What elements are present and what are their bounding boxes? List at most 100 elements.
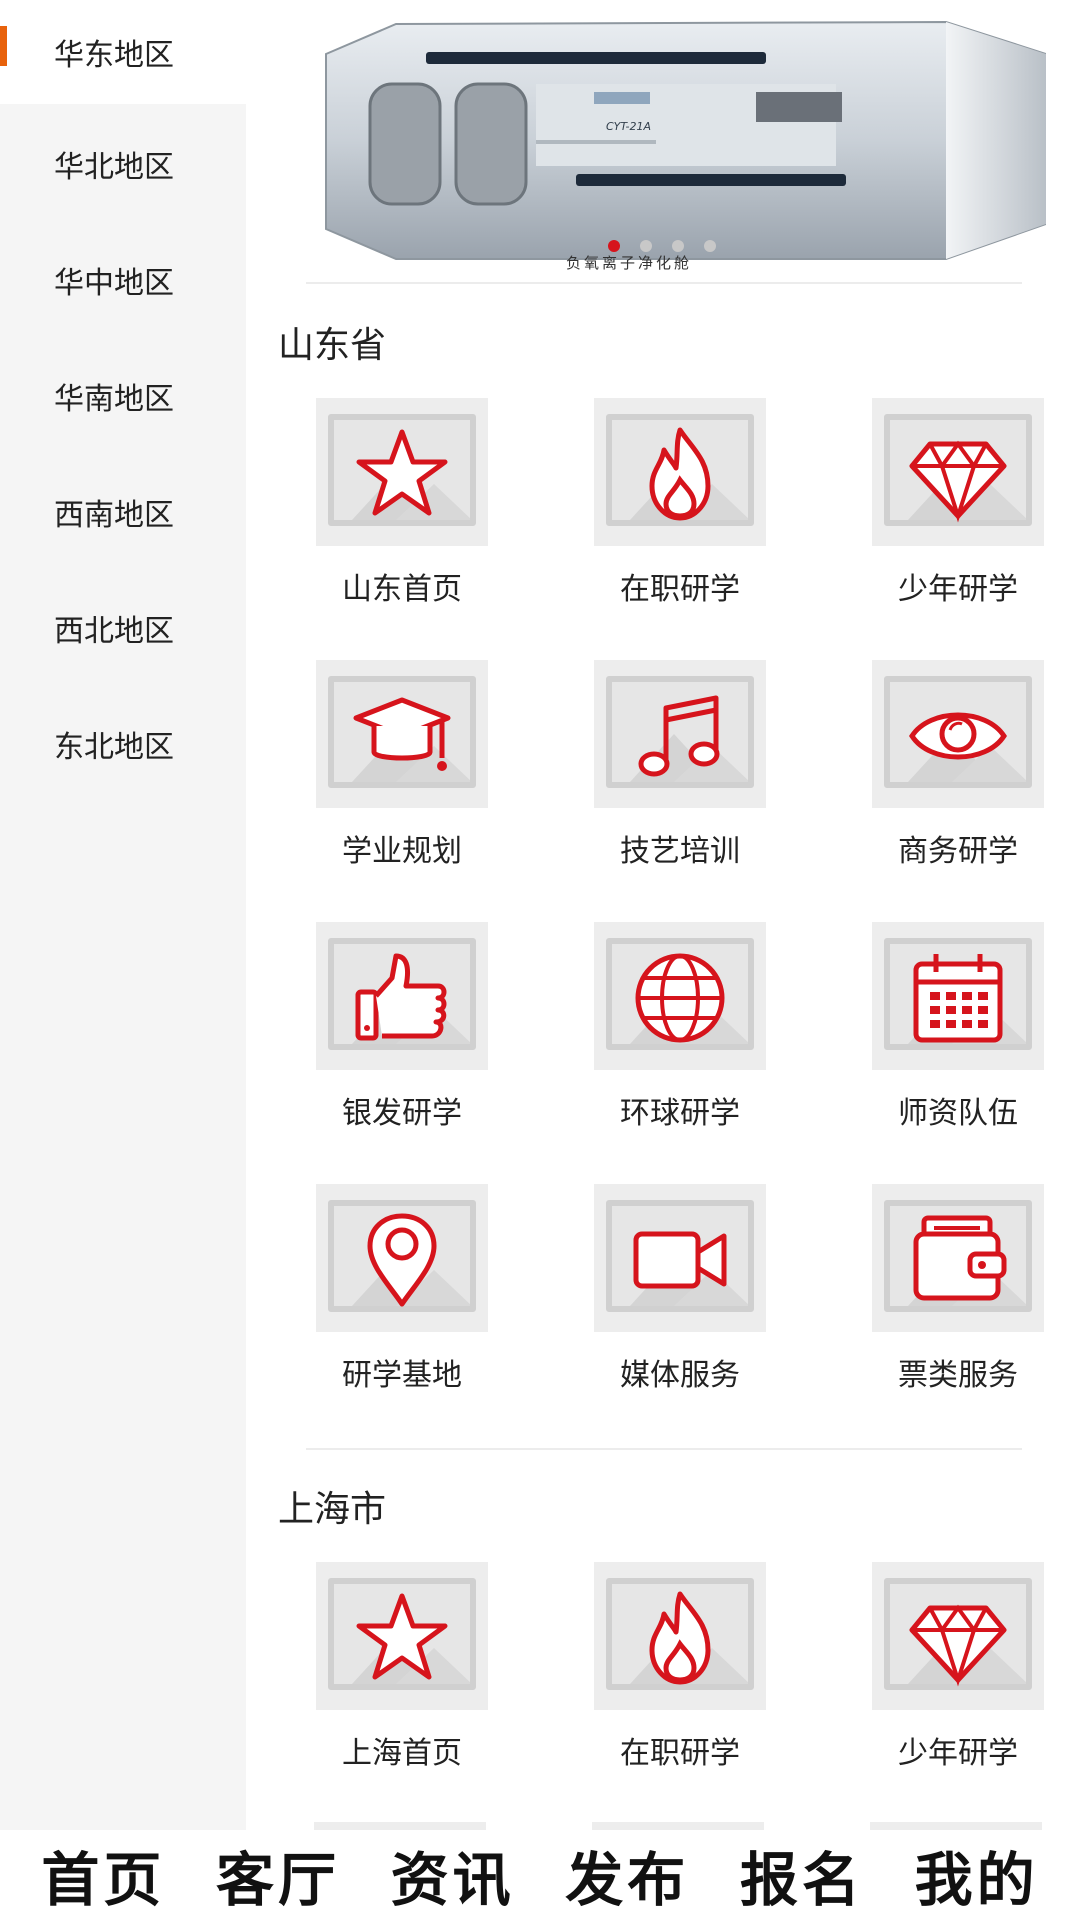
- section-divider: [306, 1448, 1022, 1450]
- tile-thumbnail: [594, 1562, 766, 1710]
- tile-zaizhi[interactable]: 在职研学: [580, 398, 780, 608]
- sidebar-item-huadong[interactable]: 华东地区: [0, 0, 246, 104]
- carousel-dots: [608, 240, 716, 252]
- tile-shaonian[interactable]: 少年研学: [858, 398, 1058, 608]
- fire-icon: [649, 1591, 711, 1685]
- tile-label: 师资队伍: [898, 1096, 1018, 1131]
- eye-icon: [909, 712, 1007, 760]
- tile-huanqiu[interactable]: 环球研学: [580, 922, 780, 1132]
- sidebar-item-label: 东北地区: [54, 730, 174, 765]
- tile-label: 票类服务: [898, 1358, 1018, 1393]
- tile-thumbnail: [594, 1184, 766, 1332]
- section-title-shanghai: 上海市: [278, 1489, 387, 1530]
- tab-mine[interactable]: 我的: [915, 1833, 1039, 1917]
- sidebar-item-label: 华中地区: [54, 266, 174, 301]
- sidebar-item-huazhong[interactable]: 华中地区: [0, 228, 246, 332]
- tile-thumbnail: [872, 660, 1044, 808]
- tile-label: 银发研学: [342, 1096, 462, 1131]
- tab-news[interactable]: 资讯: [391, 1833, 515, 1917]
- globe-icon: [635, 953, 725, 1043]
- tile-shizi[interactable]: 师资队伍: [858, 922, 1058, 1132]
- tile-label: 上海首页: [342, 1736, 462, 1771]
- star-icon: [356, 429, 448, 516]
- tile-shandong-home[interactable]: 山东首页: [302, 398, 502, 608]
- tile-zaizhi[interactable]: 在职研学: [580, 1562, 780, 1772]
- tile-thumbnail: [316, 922, 488, 1070]
- tile-label: 技艺培训: [620, 834, 740, 869]
- tile-shangwu[interactable]: 商务研学: [858, 660, 1058, 870]
- tile-label: 学业规划: [342, 834, 462, 869]
- tab-publish[interactable]: 发布: [565, 1833, 689, 1917]
- sidebar-item-xibei[interactable]: 西北地区: [0, 576, 246, 680]
- tile-label: 山东首页: [342, 572, 462, 607]
- tab-home[interactable]: 首页: [41, 1833, 165, 1917]
- banner-model-text: CYT-21A: [606, 120, 651, 133]
- main-content: CYT-21A 负氧离子净化舱 山东省 山东首页 在职研学 少年研学 学业规划 …: [246, 0, 1080, 1830]
- tile-jiyi[interactable]: 技艺培训: [580, 660, 780, 870]
- tile-piaolei[interactable]: 票类服务: [858, 1184, 1058, 1394]
- tile-thumbnail: [316, 660, 488, 808]
- tile-label: 环球研学: [620, 1096, 740, 1131]
- sidebar-item-label: 西北地区: [54, 614, 174, 649]
- thumbs-up-icon: [355, 953, 447, 1041]
- calendar-icon: [913, 954, 1003, 1043]
- carousel-dot[interactable]: [608, 240, 620, 252]
- active-indicator: [0, 26, 7, 66]
- tile-label: 少年研学: [898, 1736, 1018, 1771]
- banner-caption: 负氧离子净化舱: [566, 254, 693, 272]
- tile-thumbnail: [316, 1562, 488, 1710]
- tile-yinfa[interactable]: 银发研学: [302, 922, 502, 1132]
- tile-thumbnail: [872, 922, 1044, 1070]
- tile-thumbnail: [314, 1822, 486, 1830]
- tile-label: 商务研学: [898, 834, 1018, 869]
- diamond-icon: [909, 1604, 1007, 1687]
- section-title-shandong: 山东省: [278, 325, 387, 366]
- banner-carousel[interactable]: CYT-21A: [306, 14, 1047, 264]
- tile-thumbnail: [872, 1562, 1044, 1710]
- sidebar-item-dongbei[interactable]: 东北地区: [0, 692, 246, 796]
- music-note-icon: [638, 695, 720, 777]
- tile-thumbnail: [316, 398, 488, 546]
- tile-label: 在职研学: [620, 1736, 740, 1771]
- sidebar-item-huabei[interactable]: 华北地区: [0, 112, 246, 216]
- video-camera-icon: [633, 1231, 727, 1289]
- tab-living-room[interactable]: 客厅: [216, 1833, 340, 1917]
- tile-label: 少年研学: [898, 572, 1018, 607]
- tile-thumbnail: [594, 660, 766, 808]
- sidebar-item-label: 西南地区: [54, 498, 174, 533]
- region-sidebar: 华东地区 华北地区 华中地区 华南地区 西南地区 西北地区 东北地区: [0, 0, 246, 1830]
- sidebar-item-huanan[interactable]: 华南地区: [0, 344, 246, 448]
- tile-xueye[interactable]: 学业规划: [302, 660, 502, 870]
- tile-label: 研学基地: [342, 1358, 462, 1393]
- tile-shaonian[interactable]: 少年研学: [858, 1562, 1058, 1772]
- purifier-capsule-image: CYT-21A: [325, 20, 1047, 260]
- tile-meiti[interactable]: 媒体服务: [580, 1184, 780, 1394]
- tile-thumbnail: [872, 1184, 1044, 1332]
- tile-thumbnail: [594, 398, 766, 546]
- star-icon: [356, 1593, 448, 1680]
- tile-thumbnail: [870, 1822, 1042, 1830]
- wallet-icon: [913, 1215, 1007, 1301]
- tile-label: 媒体服务: [620, 1358, 740, 1393]
- tile-thumbnail: [316, 1184, 488, 1332]
- sidebar-item-label: 华北地区: [54, 150, 174, 185]
- section-divider: [306, 282, 1022, 284]
- diamond-icon: [909, 440, 1007, 523]
- tile-thumbnail: [592, 1822, 764, 1830]
- tile-shanghai-home[interactable]: 上海首页: [302, 1562, 502, 1772]
- tile-label: 在职研学: [620, 572, 740, 607]
- sidebar-item-label: 华东地区: [54, 38, 174, 73]
- fire-icon: [649, 427, 711, 521]
- map-pin-icon: [367, 1213, 437, 1307]
- tile-thumbnail: [872, 398, 1044, 546]
- bottom-tabbar: 首页 客厅 资讯 发布 报名 我的: [0, 1830, 1080, 1920]
- carousel-dot[interactable]: [672, 240, 684, 252]
- tab-signup[interactable]: 报名: [740, 1833, 864, 1917]
- sidebar-item-label: 华南地区: [54, 382, 174, 417]
- carousel-dot[interactable]: [704, 240, 716, 252]
- carousel-dot[interactable]: [640, 240, 652, 252]
- tile-jidi[interactable]: 研学基地: [302, 1184, 502, 1394]
- tile-thumbnail: [594, 922, 766, 1070]
- graduation-cap-icon: [353, 697, 451, 771]
- sidebar-item-xinan[interactable]: 西南地区: [0, 460, 246, 564]
